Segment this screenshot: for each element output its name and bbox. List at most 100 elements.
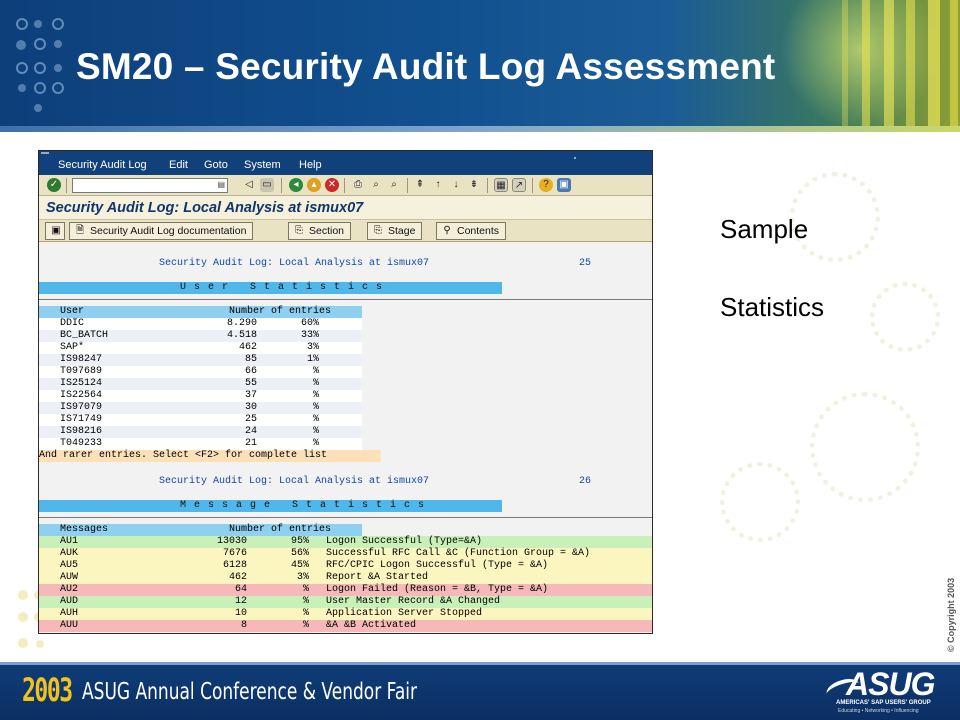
enter-icon[interactable]: ✓ bbox=[47, 178, 61, 192]
help-icon[interactable]: ? bbox=[539, 178, 553, 192]
entry-percent: % bbox=[312, 366, 319, 377]
table-row[interactable]: AUU 8% &A &B Activated bbox=[39, 620, 652, 632]
cancel-icon[interactable]: ✕ bbox=[325, 178, 339, 192]
document-icon: 🗎 bbox=[75, 225, 85, 236]
table-row[interactable]: AUW 462 3% Report &A Started bbox=[39, 572, 652, 584]
contents-button[interactable]: ⚲ Contents bbox=[436, 222, 507, 240]
table-row[interactable]: AUH 10% Application Server Stopped bbox=[39, 608, 652, 620]
entry-percent: % bbox=[312, 438, 319, 449]
overview-button[interactable]: ▣ bbox=[45, 222, 65, 240]
table-row[interactable]: IS25124 55% bbox=[39, 378, 362, 390]
table-row[interactable]: IS98247 85 1% bbox=[39, 354, 362, 366]
entry-percent: % bbox=[312, 402, 319, 413]
next-page-icon[interactable]: ↓ bbox=[449, 178, 463, 192]
menu-system[interactable]: System bbox=[244, 159, 281, 171]
contents-icon: ⚲ bbox=[443, 225, 451, 236]
message-code: AUH bbox=[60, 608, 79, 619]
entry-percent: 56% bbox=[290, 548, 309, 559]
side-text-sample: Sample bbox=[720, 214, 809, 244]
message-stats-title: Message Statistics bbox=[180, 500, 433, 511]
table-row[interactable]: SAP* 462 3% bbox=[39, 342, 362, 354]
entry-count: 4.518 bbox=[226, 330, 257, 341]
table-row[interactable]: T097689 66% bbox=[39, 366, 362, 378]
side-text-statistics: Statistics bbox=[720, 292, 825, 322]
user-name: T049233 bbox=[60, 438, 103, 449]
table-row[interactable]: AUK 7676 56% Successful RFC Call &C (Functi… bbox=[39, 548, 652, 560]
message-table-header: Messages Number of entries bbox=[39, 524, 362, 536]
message-text: Logon Failed (Reason = &B, Type = &A) bbox=[326, 584, 549, 595]
overview-icon: ▣ bbox=[51, 225, 61, 236]
menu-help[interactable]: Help bbox=[299, 159, 322, 171]
find-icon[interactable]: ⌕ bbox=[369, 178, 383, 192]
table-row[interactable]: IS71749 25% bbox=[39, 414, 362, 426]
back-arrow-icon[interactable]: ◁ bbox=[242, 178, 256, 192]
documentation-button[interactable]: 🗎 Security Audit Log documentation bbox=[69, 222, 254, 240]
back-icon[interactable]: ◂ bbox=[289, 178, 303, 192]
message-code: AU2 bbox=[60, 584, 79, 595]
entry-count: 462 bbox=[238, 342, 257, 353]
entry-percent: 3% bbox=[306, 342, 319, 353]
print-icon[interactable]: ⎙ bbox=[351, 178, 365, 192]
user-name: IS25124 bbox=[60, 378, 103, 389]
command-field[interactable]: ▤ bbox=[72, 178, 228, 196]
command-history-icon[interactable]: ▤ bbox=[217, 180, 225, 189]
banner-glow bbox=[780, 0, 940, 130]
entry-count: 37 bbox=[244, 390, 257, 401]
entry-percent: 33% bbox=[300, 330, 319, 341]
command-input[interactable] bbox=[73, 183, 215, 196]
asug-logo-subtitle: AMERICAS' SAP USERS' GROUP bbox=[836, 700, 931, 706]
message-text: Report &A Started bbox=[326, 572, 429, 583]
message-code: AUU bbox=[60, 620, 79, 631]
user-name: IS98247 bbox=[60, 354, 103, 365]
create-session-icon[interactable]: ▦ bbox=[494, 178, 508, 192]
last-page-icon[interactable]: ⇟ bbox=[467, 178, 481, 192]
table-row[interactable]: AUD 12% User Master Record &A Changed bbox=[39, 596, 652, 608]
user-name: IS22564 bbox=[60, 390, 103, 401]
table-row[interactable]: T049233 21% bbox=[39, 438, 362, 450]
user-name: BC_BATCH bbox=[60, 330, 109, 341]
user-stats-title: User Statistics bbox=[180, 282, 391, 293]
column-header-entries: Number of entries bbox=[229, 306, 332, 317]
entry-count: 30 bbox=[244, 402, 257, 413]
stage-button[interactable]: ⎘ Stage bbox=[367, 222, 423, 240]
column-header-user: User bbox=[60, 306, 85, 317]
message-code: AU5 bbox=[60, 560, 79, 571]
section-button[interactable]: ⎘ Section bbox=[288, 222, 352, 240]
system-menu-icon[interactable] bbox=[41, 152, 49, 158]
table-row[interactable]: IS97079 30% bbox=[39, 402, 362, 414]
entry-count: 21 bbox=[244, 438, 257, 449]
shortcut-icon[interactable]: ↗ bbox=[512, 178, 526, 192]
asug-logo: ASUG AMERICAS' SAP USERS' GROUP Educatin… bbox=[824, 666, 944, 716]
message-text: RFC/CPIC Logon Successful (Type = &A) bbox=[326, 560, 549, 571]
menu-goto[interactable]: Goto bbox=[204, 159, 228, 171]
footer-event-name: ASUG Annual Conference & Vendor Fair bbox=[82, 679, 418, 705]
user-name: IS71749 bbox=[60, 414, 103, 425]
exit-icon[interactable]: ▴ bbox=[307, 178, 321, 192]
asug-logo-tagline: Educating • Networking • Influencing bbox=[838, 708, 919, 714]
previous-page-icon[interactable]: ↑ bbox=[431, 178, 445, 192]
layout-menu-icon[interactable]: ▣ bbox=[557, 178, 571, 192]
user-table-header: User Number of entries bbox=[39, 306, 362, 318]
user-name: IS97079 bbox=[60, 402, 103, 413]
documentation-button-label: Security Audit Log documentation bbox=[90, 225, 247, 237]
menu-security-audit-log[interactable]: Security Audit Log bbox=[58, 159, 147, 171]
table-row[interactable]: AU2 64% Logon Failed (Reason = &B, Type = … bbox=[39, 584, 652, 596]
table-row[interactable]: AU5 6128 45% RFC/CPIC Logon Successful (Typ… bbox=[39, 560, 652, 572]
message-text: Successful RFC Call &C (Function Group =… bbox=[326, 548, 591, 559]
table-row[interactable]: IS22564 37% bbox=[39, 390, 362, 402]
entry-percent: % bbox=[302, 596, 309, 607]
table-row[interactable]: BC_BATCH 4.518 33% bbox=[39, 330, 362, 342]
entry-count: 6128 bbox=[222, 560, 247, 571]
stage-button-label: Stage bbox=[388, 225, 416, 237]
menu-edit[interactable]: Edit bbox=[169, 159, 188, 171]
entry-percent: % bbox=[312, 378, 319, 389]
table-row[interactable]: DDIC 8.290 60% bbox=[39, 318, 362, 330]
save-icon[interactable]: ▭ bbox=[260, 178, 274, 192]
entry-percent: 3% bbox=[296, 572, 309, 583]
sap-gui-window: Security Audit Log Edit Goto System Help… bbox=[38, 150, 653, 634]
table-row[interactable]: IS98216 24% bbox=[39, 426, 362, 438]
find-next-icon[interactable]: ⌕ bbox=[387, 178, 401, 192]
table-row[interactable]: AU1 13030 95% Logon Successful (Type=&A) bbox=[39, 536, 652, 548]
entry-count: 24 bbox=[244, 426, 257, 437]
first-page-icon[interactable]: ⇞ bbox=[413, 178, 427, 192]
